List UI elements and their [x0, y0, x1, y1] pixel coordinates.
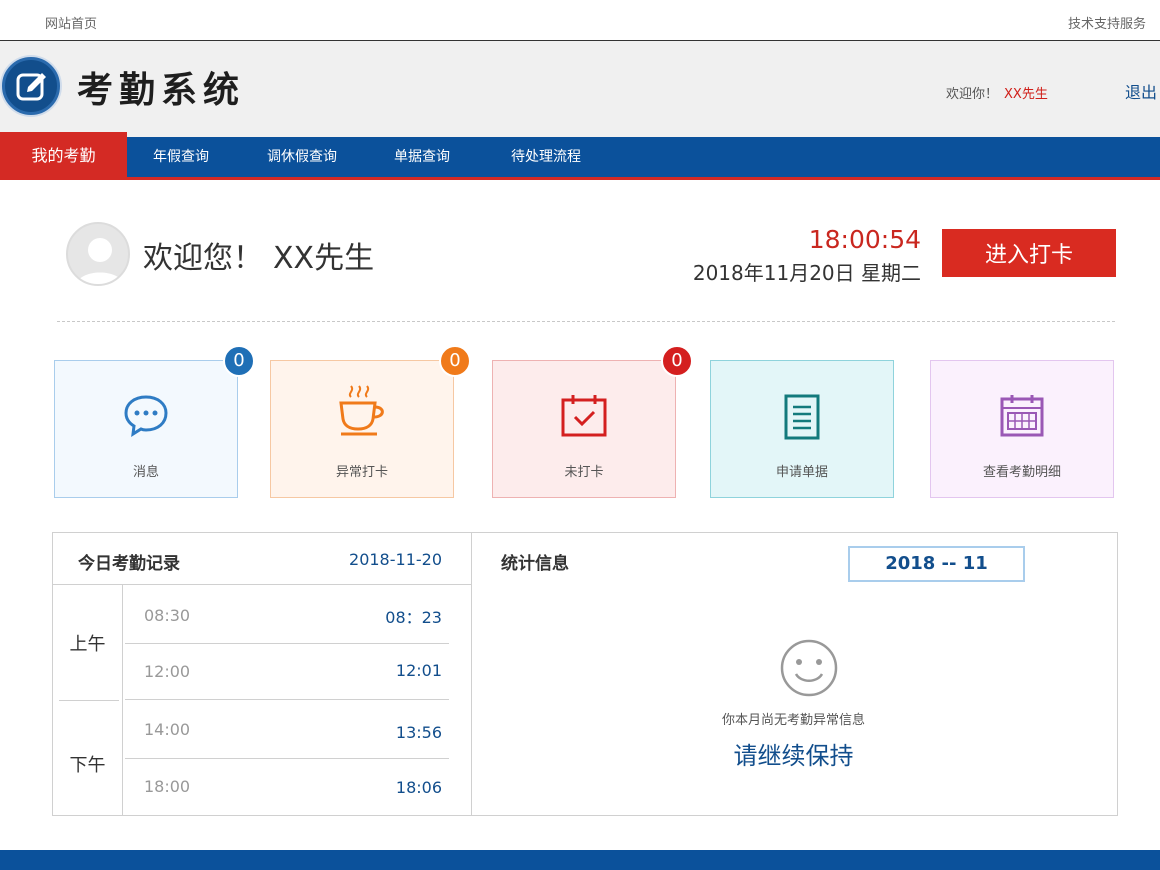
- greeting-text: 欢迎您！: [143, 241, 263, 276]
- card-messages[interactable]: 消息 0: [54, 345, 255, 498]
- nav-comp-leave[interactable]: 调休假查询: [267, 137, 337, 177]
- calendar-check-icon: [561, 395, 607, 437]
- divider: [125, 699, 449, 700]
- period-afternoon: 下午: [69, 755, 106, 776]
- divider: [125, 758, 449, 759]
- nav-my-attendance[interactable]: 我的考勤: [0, 132, 127, 177]
- divider: [59, 700, 119, 701]
- slot-scheduled: 18:00: [144, 777, 191, 796]
- dashed-divider: [57, 321, 1115, 322]
- nav-forms-query[interactable]: 单据查询: [394, 137, 450, 177]
- coffee-cup-icon: [339, 385, 384, 436]
- divider: [122, 584, 123, 815]
- card-label: 查看考勤明细: [982, 465, 1061, 480]
- card-apply-form[interactable]: 申请单据: [710, 360, 894, 498]
- greeting-name: XX先生: [273, 241, 375, 276]
- welcome-prefix: 欢迎你！: [946, 87, 999, 102]
- divider: [125, 643, 449, 644]
- logout-link[interactable]: 退出: [1125, 79, 1157, 103]
- calendar-grid-icon: [1000, 395, 1044, 437]
- attendance-panel: 今日考勤记录 2018-11-20 上午 下午 08:30 08：23 12:0…: [52, 532, 1118, 816]
- slot-actual: 08：23: [385, 608, 442, 627]
- slot-actual: 18:06: [395, 778, 442, 797]
- period-morning: 上午: [69, 634, 106, 655]
- header-username: XX先生: [1004, 87, 1048, 102]
- card-abnormal-punch[interactable]: 异常打卡 0: [270, 345, 471, 498]
- app-header: 考勤系统 欢迎你！ XX先生 退出: [0, 41, 1160, 137]
- badge-count: 0: [661, 345, 693, 377]
- slot-scheduled: 08:30: [144, 606, 191, 625]
- top-utility-bar: 网站首页 技术支持服务: [0, 0, 1160, 41]
- edit-logo-icon: [2, 57, 60, 115]
- today-record: 今日考勤记录 2018-11-20 上午 下午 08:30 08：23 12:0…: [53, 533, 472, 815]
- avatar: [66, 222, 130, 286]
- card-label: 申请单据: [775, 465, 828, 480]
- no-abnormal-text: 你本月尚无考勤异常信息: [721, 713, 865, 728]
- keep-up-text: 请继续保持: [733, 742, 854, 770]
- header-welcome: 欢迎你！ XX先生: [946, 83, 1048, 102]
- badge-count: 0: [439, 345, 471, 377]
- divider: [53, 584, 472, 585]
- site-home-link[interactable]: 网站首页: [45, 13, 97, 32]
- card-label: 未打卡: [564, 465, 604, 480]
- clock-date: 2018年11月20日 星期二: [692, 261, 921, 285]
- smiley-icon: [780, 639, 838, 697]
- clock-time: 18:00:54: [808, 225, 921, 254]
- today-record-title: 今日考勤记录: [78, 554, 180, 574]
- greeting: 欢迎您！ XX先生: [143, 233, 374, 277]
- card-missed-punch[interactable]: 未打卡 0: [492, 345, 693, 498]
- chat-bubble-icon: [124, 395, 168, 437]
- today-record-date: 2018-11-20: [349, 550, 442, 569]
- card-label: 异常打卡: [335, 465, 388, 480]
- tech-support-link[interactable]: 技术支持服务: [1068, 13, 1146, 32]
- main-nav: 我的考勤 年假查询 调休假查询 单据查询 待处理流程: [0, 132, 1160, 180]
- app-title: 考勤系统: [77, 69, 246, 111]
- nav-annual-leave[interactable]: 年假查询: [153, 137, 209, 177]
- card-label: 消息: [132, 465, 159, 480]
- user-silhouette-icon: [76, 238, 124, 284]
- nav-pending-process[interactable]: 待处理流程: [511, 137, 581, 177]
- punch-in-button[interactable]: 进入打卡: [942, 229, 1116, 277]
- badge-count: 0: [223, 345, 255, 377]
- document-icon: [784, 394, 820, 440]
- slot-actual: 13:56: [395, 723, 442, 742]
- footer-bar: [0, 850, 1160, 870]
- card-attendance-detail[interactable]: 查看考勤明细: [930, 360, 1114, 498]
- slot-scheduled: 12:00: [144, 662, 191, 681]
- slot-actual: 12:01: [395, 661, 442, 680]
- stats-title: 统计信息: [501, 554, 569, 574]
- month-selector[interactable]: 2018 -- 11: [848, 546, 1025, 582]
- slot-scheduled: 14:00: [144, 720, 191, 739]
